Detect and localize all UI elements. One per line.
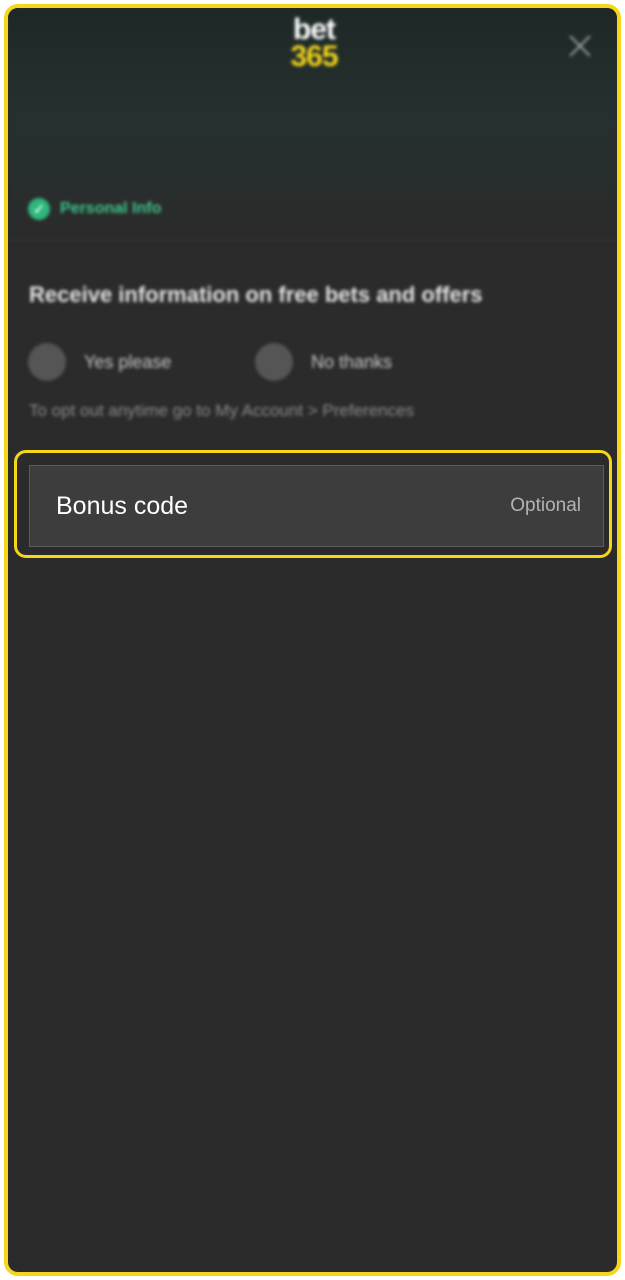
radio-label: No thanks (311, 351, 393, 372)
radio-button-icon[interactable] (255, 343, 293, 381)
radio-no-thanks[interactable]: No thanks (255, 342, 392, 382)
logo-text-bet: bet (293, 13, 336, 46)
registration-panel: bet 365 ✓ Personal Info Receive informat… (4, 4, 621, 1276)
radio-button-icon[interactable] (28, 343, 66, 381)
bet365-logo: bet 365 (279, 13, 349, 73)
step-indicator: ✓ Personal Info (28, 196, 161, 222)
optional-label: Optional (510, 495, 581, 516)
bonus-code-input[interactable]: Bonus code Optional (29, 465, 604, 547)
step-label: Personal Info (60, 200, 162, 217)
registration-header: bet 365 ✓ Personal Info (8, 8, 617, 241)
radio-yes-please[interactable]: Yes please (28, 342, 171, 382)
logo-text-365: 365 (290, 40, 338, 73)
bonus-code-label: Bonus code (56, 491, 189, 520)
marketing-title: Receive information on free bets and off… (29, 282, 483, 307)
opt-out-hint: To opt out anytime go to My Account > Pr… (29, 401, 415, 420)
check-circle-icon: ✓ (28, 198, 50, 220)
radio-label: Yes please (84, 351, 172, 372)
close-icon[interactable] (564, 30, 596, 62)
